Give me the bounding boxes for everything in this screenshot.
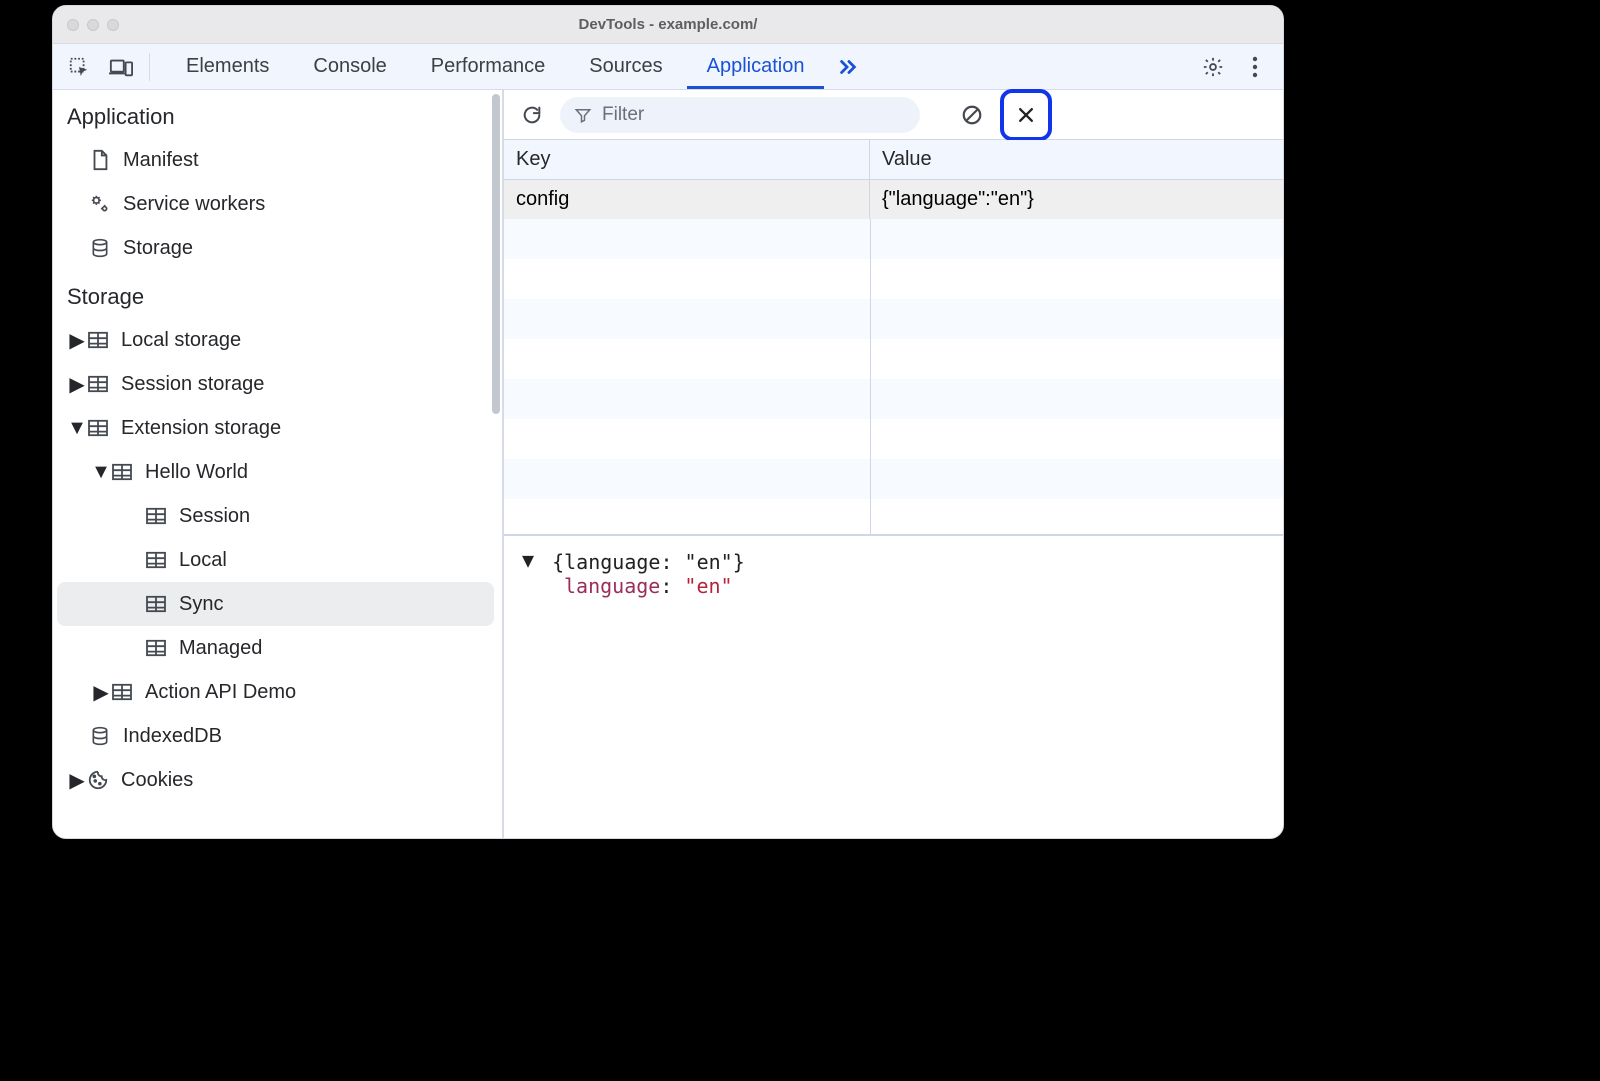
preview-val: "en"	[684, 574, 732, 598]
window-min-dot[interactable]	[87, 19, 99, 31]
collapse-triangle-icon[interactable]: ▼	[95, 461, 107, 484]
expand-triangle-icon[interactable]: ▶	[71, 372, 83, 397]
expand-triangle-icon[interactable]: ▶	[71, 328, 83, 353]
tab-application[interactable]: Application	[687, 44, 825, 89]
window-controls	[67, 19, 119, 31]
column-divider[interactable]	[870, 219, 871, 534]
inspect-element-icon[interactable]	[61, 49, 97, 85]
tab-sources[interactable]: Sources	[569, 44, 682, 89]
file-icon	[89, 149, 111, 171]
sidebar-item-label: Session	[179, 505, 250, 528]
table-icon	[145, 593, 167, 615]
sidebar-item-label: Service workers	[123, 193, 265, 216]
preview-line-prop[interactable]: language: "en"	[522, 574, 1265, 598]
sidebar-item-label: Extension storage	[121, 417, 281, 440]
sidebar-item-indexeddb[interactable]: IndexedDB	[53, 714, 502, 758]
filter-placeholder: Filter	[602, 104, 644, 126]
kebab-menu-icon[interactable]	[1237, 49, 1273, 85]
clear-all-icon[interactable]	[954, 97, 990, 133]
table-icon	[145, 505, 167, 527]
storage-panel: Filter Key Value	[503, 90, 1283, 838]
gears-icon	[89, 193, 111, 215]
table-empty-area[interactable]	[504, 219, 1283, 534]
window-max-dot[interactable]	[107, 19, 119, 31]
table-icon	[111, 681, 133, 703]
titlebar: DevTools - example.com/	[53, 6, 1283, 44]
sidebar-item-storage[interactable]: Storage	[53, 226, 502, 270]
panel-tabs: Elements Console Performance Sources App…	[166, 44, 824, 89]
sidebar-item-session-storage[interactable]: ▶ Session storage	[53, 362, 502, 406]
scrollbar-thumb[interactable]	[492, 94, 500, 414]
collapse-triangle-icon[interactable]: ▼	[522, 548, 534, 572]
sidebar-item-label: Local	[179, 549, 227, 572]
more-tabs-icon[interactable]	[830, 49, 866, 85]
delete-entry-highlight	[1000, 89, 1052, 141]
collapse-triangle-icon[interactable]: ▼	[71, 417, 83, 440]
sidebar-item-label: Local storage	[121, 329, 241, 352]
sidebar-item-label: Hello World	[145, 461, 248, 484]
section-title-application: Application	[53, 90, 502, 138]
sidebar-item-session[interactable]: Session	[53, 494, 502, 538]
sidebar-item-label: Cookies	[121, 769, 193, 792]
table-icon	[87, 329, 109, 351]
delete-entry-icon[interactable]	[1006, 95, 1046, 135]
preview-line-summary[interactable]: ▼ {language: "en"}	[522, 550, 1265, 574]
sidebar-item-managed[interactable]: Managed	[53, 626, 502, 670]
window-title: DevTools - example.com/	[53, 16, 1283, 33]
sidebar-item-local[interactable]: Local	[53, 538, 502, 582]
table-header: Key Value	[504, 140, 1283, 180]
sidebar-item-hello-world[interactable]: ▼ Hello World	[53, 450, 502, 494]
table-icon	[111, 461, 133, 483]
devtools-window: DevTools - example.com/ Elements Console	[52, 5, 1284, 839]
cell-value: {"language":"en"}	[870, 180, 1283, 219]
section-title-storage: Storage	[53, 270, 502, 318]
preview-summary-text: {language: "en"}	[552, 550, 745, 574]
sidebar-item-cookies[interactable]: ▶ Cookies	[53, 758, 502, 802]
database-icon	[89, 237, 111, 259]
sidebar-item-label: Managed	[179, 637, 262, 660]
sidebar-item-label: Manifest	[123, 149, 199, 172]
sidebar-item-label: Storage	[123, 237, 193, 260]
sidebar-item-local-storage[interactable]: ▶ Local storage	[53, 318, 502, 362]
filter-icon	[574, 106, 592, 124]
sidebar-item-manifest[interactable]: Manifest	[53, 138, 502, 182]
value-preview: ▼ {language: "en"} language: "en"	[504, 536, 1283, 838]
table-row[interactable]: config {"language":"en"}	[504, 180, 1283, 219]
filter-input[interactable]: Filter	[560, 97, 920, 133]
col-key[interactable]: Key	[504, 140, 870, 179]
sidebar-item-extension-storage[interactable]: ▼ Extension storage	[53, 406, 502, 450]
table-icon	[87, 417, 109, 439]
preview-key: language	[564, 574, 660, 598]
refresh-icon[interactable]	[514, 97, 550, 133]
application-sidebar[interactable]: Application Manifest Service workers	[53, 90, 503, 838]
divider	[149, 53, 150, 81]
sidebar-item-label: Sync	[179, 593, 223, 616]
cell-key: config	[504, 180, 870, 219]
tabstrip: Elements Console Performance Sources App…	[53, 44, 1283, 90]
storage-table: Key Value config {"language":"en"}	[504, 140, 1283, 536]
table-icon	[87, 373, 109, 395]
expand-triangle-icon[interactable]: ▶	[71, 768, 83, 793]
tab-elements[interactable]: Elements	[166, 44, 289, 89]
preview-sep: :	[660, 574, 684, 598]
window-close-dot[interactable]	[67, 19, 79, 31]
col-value[interactable]: Value	[870, 140, 1283, 179]
storage-toolbar: Filter	[504, 90, 1283, 140]
settings-gear-icon[interactable]	[1195, 49, 1231, 85]
tab-console[interactable]: Console	[293, 44, 406, 89]
sidebar-item-label: Session storage	[121, 373, 264, 396]
expand-triangle-icon[interactable]: ▶	[95, 680, 107, 705]
cookie-icon	[87, 769, 109, 791]
device-toolbar-icon[interactable]	[103, 49, 139, 85]
table-icon	[145, 637, 167, 659]
tab-performance[interactable]: Performance	[411, 44, 566, 89]
sidebar-item-service-workers[interactable]: Service workers	[53, 182, 502, 226]
sidebar-item-label: IndexedDB	[123, 725, 222, 748]
table-icon	[145, 549, 167, 571]
sidebar-item-action-api-demo[interactable]: ▶ Action API Demo	[53, 670, 502, 714]
database-icon	[89, 725, 111, 747]
sidebar-item-sync[interactable]: Sync	[57, 582, 494, 626]
sidebar-item-label: Action API Demo	[145, 681, 296, 704]
